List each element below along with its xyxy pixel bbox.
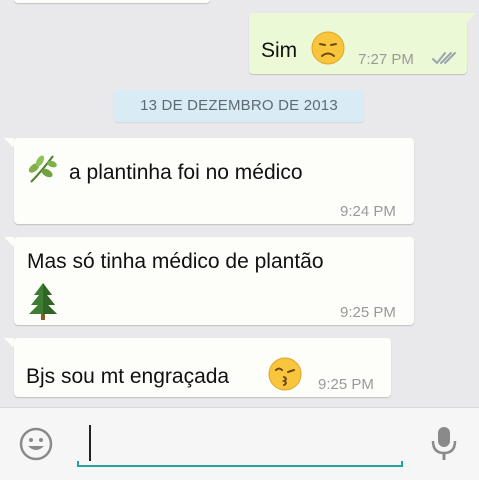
message-text: Mas só tinha médico de plantão bbox=[27, 250, 324, 273]
outgoing-bubble-tail bbox=[466, 13, 476, 23]
disappointed-face-icon bbox=[311, 31, 345, 65]
incoming-bubble-tail bbox=[4, 138, 14, 148]
incoming-bubble-tail bbox=[4, 237, 14, 247]
incoming-bubble-tail bbox=[4, 338, 14, 348]
evergreen-tree-icon bbox=[29, 283, 57, 320]
message-text: a plantinha foi no médico bbox=[69, 161, 303, 184]
date-separator: 13 DE DEZEMBRO DE 2013 bbox=[114, 90, 364, 122]
incoming-message-bubble[interactable]: Mas só tinha médico de plantão 9:25 PM bbox=[14, 237, 414, 325]
message-composer bbox=[0, 407, 479, 480]
herb-icon bbox=[28, 155, 57, 183]
message-text: Sim bbox=[261, 39, 298, 62]
message-time: 9:25 PM bbox=[318, 376, 374, 393]
message-time: 9:24 PM bbox=[340, 203, 396, 220]
incoming-message-bubble[interactable]: Bjs sou mt engraçada 9:25 PM bbox=[14, 338, 391, 397]
smiley-icon[interactable] bbox=[18, 426, 54, 462]
kissing-face-icon bbox=[268, 357, 302, 391]
incoming-message-bubble[interactable]: a plantinha foi no médico 9:24 PM bbox=[14, 138, 414, 224]
previous-message-bubble[interactable] bbox=[14, 0, 210, 3]
outgoing-message-bubble[interactable]: Sim 7:27 PM bbox=[249, 13, 467, 74]
text-cursor bbox=[89, 425, 91, 461]
message-time: 7:27 PM bbox=[358, 51, 414, 68]
double-check-read-icon bbox=[432, 52, 456, 64]
message-text: Bjs sou mt engraçada bbox=[26, 365, 230, 388]
input-underline bbox=[77, 461, 403, 467]
message-input[interactable] bbox=[94, 425, 398, 463]
message-time: 9:25 PM bbox=[340, 304, 396, 321]
microphone-icon[interactable] bbox=[429, 425, 459, 463]
